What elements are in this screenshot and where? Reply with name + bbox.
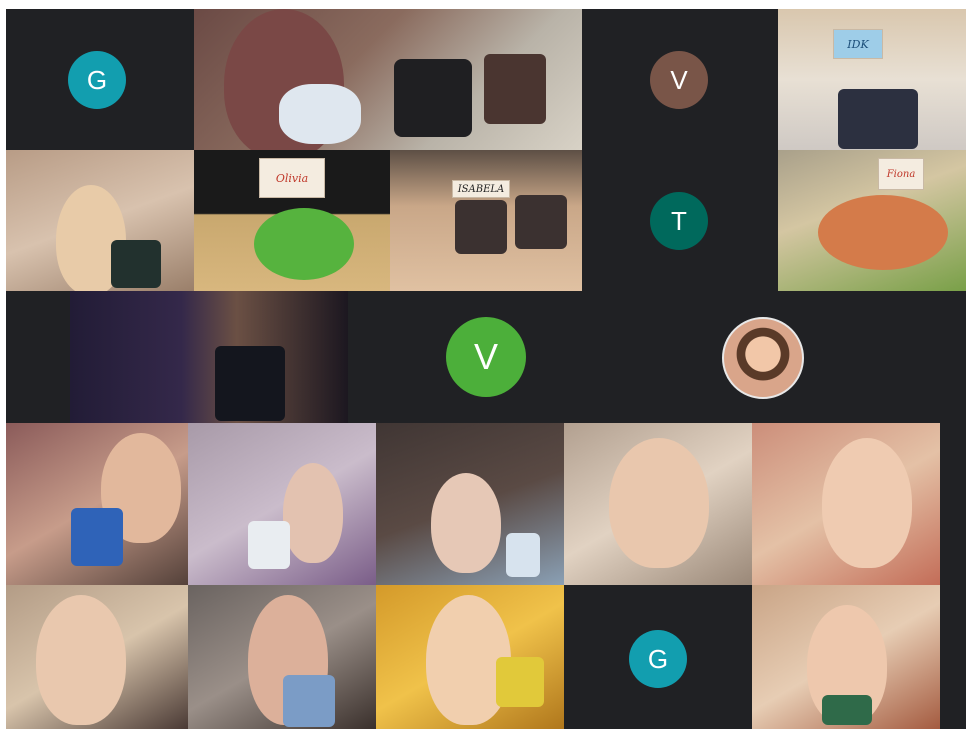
- video-tile-participant[interactable]: [376, 423, 564, 585]
- participant-avatar-g: G: [68, 51, 126, 109]
- mug: [496, 657, 544, 707]
- video-tile-green-bowl[interactable]: Olivia: [194, 150, 390, 291]
- participant-video: [431, 473, 501, 573]
- video-tile-participant[interactable]: [376, 585, 564, 729]
- video-tile-participant[interactable]: [6, 585, 188, 729]
- participant-tile[interactable]: G: [6, 9, 194, 150]
- video-tile-participant[interactable]: [188, 423, 376, 585]
- video-tile-participant[interactable]: [564, 423, 752, 585]
- handwritten-sign: Fiona: [878, 158, 924, 190]
- video-tile-plant-pots[interactable]: [194, 9, 582, 150]
- neckerchief: [822, 695, 872, 725]
- green-bowl: [254, 208, 354, 280]
- participant-video: [283, 463, 343, 563]
- pot: [838, 89, 918, 149]
- video-tile-participant[interactable]: [188, 585, 376, 729]
- cup: [283, 675, 335, 727]
- video-tile-two-pots[interactable]: ISABELA: [390, 150, 582, 291]
- pot: [455, 200, 507, 254]
- video-grid: G V IDK Olivia ISABELA T Fiona V G: [6, 9, 966, 729]
- participant-tile[interactable]: T: [582, 150, 778, 291]
- participant-avatar-v: V: [446, 317, 526, 397]
- handwritten-sign: ISABELA: [452, 180, 510, 198]
- participant-video: [822, 438, 912, 568]
- video-tile-idk[interactable]: IDK: [778, 9, 966, 150]
- pot: [215, 346, 285, 421]
- video-tile-participant[interactable]: [752, 585, 940, 729]
- participant-avatar-g: G: [629, 630, 687, 688]
- participant-photo-avatar: [722, 317, 804, 399]
- video-tile-participant[interactable]: [752, 423, 940, 585]
- video-tile-participant[interactable]: [6, 423, 188, 585]
- brown-pot: [484, 54, 546, 124]
- black-pot: [394, 59, 472, 137]
- pot: [515, 195, 567, 249]
- video-tile-participant[interactable]: [6, 150, 194, 291]
- mug: [248, 521, 290, 569]
- participant-tile[interactable]: G: [564, 585, 752, 729]
- participant-tile[interactable]: [628, 291, 902, 423]
- video-tile-dark-room[interactable]: [70, 291, 348, 423]
- participant-avatar-v: V: [650, 51, 708, 109]
- handwritten-sign: Olivia: [259, 158, 325, 198]
- white-pot: [279, 84, 361, 144]
- participant-avatar-t: T: [650, 192, 708, 250]
- handwritten-sign: IDK: [833, 29, 883, 59]
- blue-cup: [71, 508, 123, 566]
- participant-tile[interactable]: V: [582, 9, 778, 150]
- dark-pot: [111, 240, 161, 288]
- mug: [506, 533, 540, 577]
- participant-video: [609, 438, 709, 568]
- participant-tile[interactable]: V: [348, 291, 628, 423]
- participant-video: [36, 595, 126, 725]
- video-tile-bowl[interactable]: Fiona: [778, 150, 966, 291]
- orange-bowl: [818, 195, 948, 270]
